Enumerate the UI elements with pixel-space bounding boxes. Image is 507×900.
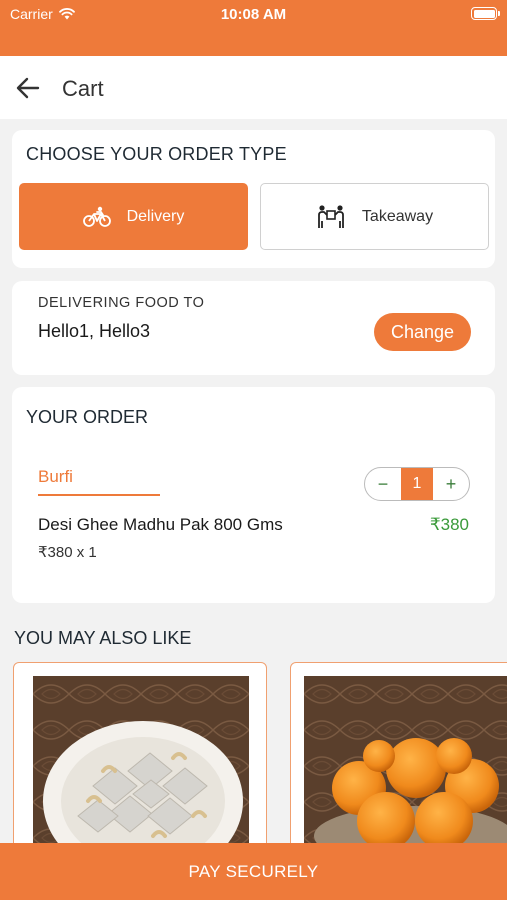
order-item-qty: ₹380 x 1 (38, 544, 97, 561)
status-bar: Carrier 10:08 AM (0, 0, 507, 56)
laddoo-image (304, 676, 507, 861)
increment-button[interactable]: + (433, 468, 469, 500)
change-address-button[interactable]: Change (374, 313, 471, 351)
takeaway-option-label: Takeaway (361, 207, 434, 225)
order-item-name: Desi Ghee Madhu Pak 800 Gms (38, 515, 283, 534)
order-category-label: Burfi (38, 467, 73, 486)
pay-securely-button[interactable]: PAY SECURELY (0, 843, 507, 900)
recommendations-heading: YOU MAY ALSO LIKE (14, 628, 192, 648)
delivery-option-button[interactable]: Delivery (19, 183, 248, 250)
takeaway-option-button[interactable]: Takeaway (260, 183, 489, 250)
arrow-left-icon[interactable] (14, 74, 42, 102)
your-order-card: YOUR ORDER Burfi − 1 + Desi Ghee Madhu P… (12, 387, 495, 603)
delivery-option-label: Delivery (126, 207, 185, 225)
kaju-katli-image (33, 676, 249, 861)
delivery-address-label: DELIVERING FOOD TO (38, 295, 205, 311)
takeaway-icon (318, 204, 344, 228)
order-type-heading: CHOOSE YOUR ORDER TYPE (26, 144, 287, 164)
nav-bar: Cart (0, 56, 507, 119)
quantity-value: 1 (401, 468, 433, 500)
your-order-heading: YOUR ORDER (26, 407, 149, 427)
category-underline (38, 494, 160, 496)
battery-icon (471, 7, 500, 20)
status-time: 10:08 AM (220, 6, 287, 23)
order-item-price: ₹380 (429, 515, 469, 534)
page-title: Cart (62, 76, 104, 101)
decrement-button[interactable]: − (365, 468, 401, 500)
delivery-address-card: DELIVERING FOOD TO Hello1, Hello3 Change (12, 281, 495, 375)
quantity-stepper: − 1 + (364, 467, 470, 501)
recommended-product-card[interactable] (290, 662, 507, 862)
order-type-card: CHOOSE YOUR ORDER TYPE Delivery Takeaway (12, 130, 495, 268)
delivery-address-value: Hello1, Hello3 (38, 321, 151, 341)
recommended-product-card[interactable] (13, 662, 267, 862)
bicycle-icon (82, 206, 111, 227)
